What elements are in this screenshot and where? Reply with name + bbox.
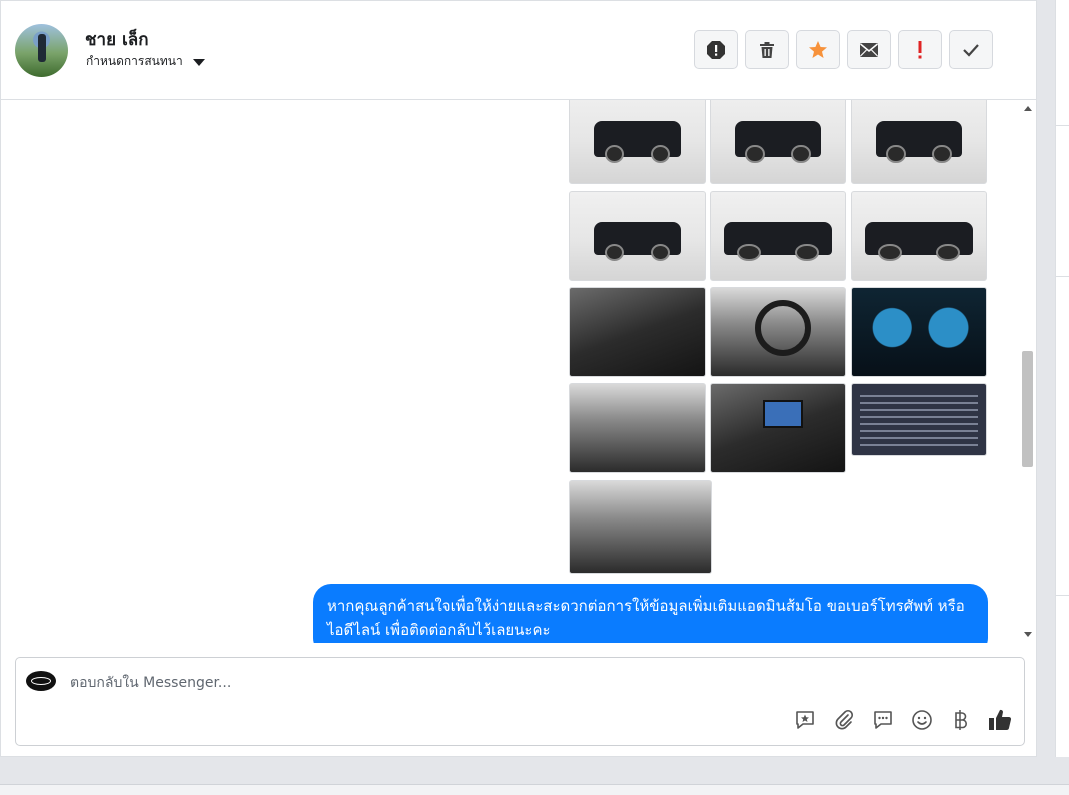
check-icon	[963, 43, 979, 57]
like-button[interactable]	[988, 708, 1012, 732]
conversation-header: ชาย เล็ก กำหนดการสนทนา	[1, 1, 1036, 100]
report-spam-button[interactable]	[694, 30, 738, 69]
photo-truck-front[interactable]	[569, 100, 706, 184]
photo-truck-front[interactable]	[710, 100, 846, 184]
message-options-icon	[874, 711, 892, 729]
scroll-down-arrow-icon[interactable]	[1024, 632, 1032, 637]
star-icon	[809, 40, 827, 58]
star-button[interactable]	[796, 30, 840, 69]
photo-truck-side[interactable]	[851, 191, 987, 281]
mark-important-button[interactable]	[898, 30, 942, 69]
reply-input[interactable]	[68, 670, 772, 696]
conversation-panel: ชาย เล็ก กำหนดการสนทนา หากคุณลูกค้าสนใจเ…	[0, 0, 1037, 757]
scrollbar-thumb[interactable]	[1022, 351, 1033, 467]
taskbar-edge	[0, 784, 1069, 795]
saved-reply-button[interactable]	[793, 708, 817, 732]
envelope-icon	[860, 42, 878, 57]
delete-button[interactable]	[745, 30, 789, 69]
payment-button[interactable]	[949, 708, 973, 732]
exclamation-circle-icon	[707, 40, 725, 59]
outgoing-message-bubble[interactable]: หากคุณลูกค้าสนใจเพื่อให้ง่ายและสะดวกต่อก…	[313, 584, 988, 643]
thread-scrollbar[interactable]	[1020, 100, 1036, 643]
photo-truck-side[interactable]	[710, 191, 846, 281]
photo-door-interior[interactable]	[569, 287, 706, 377]
like-icon	[989, 709, 1012, 731]
photo-truck-rear[interactable]	[851, 100, 987, 184]
photo-truck-rear[interactable]	[569, 191, 706, 281]
photo-center-console[interactable]	[710, 383, 846, 473]
exclamation-icon	[918, 40, 922, 58]
photo-spec-document[interactable]	[851, 383, 987, 456]
mark-done-button[interactable]	[949, 30, 993, 69]
photo-steering-wheel[interactable]	[710, 287, 846, 377]
emoji-icon	[912, 710, 932, 730]
attachment-icon	[835, 709, 854, 730]
contact-name[interactable]: ชาย เล็ก	[85, 26, 148, 53]
message-thread[interactable]: หากคุณลูกค้าสนใจเพื่อให้ง่ายและสะดวกต่อก…	[1, 100, 1036, 643]
mark-unread-button[interactable]	[847, 30, 891, 69]
composer-toolbar	[793, 708, 1012, 732]
photo-dashboard-gauges[interactable]	[851, 287, 987, 377]
conversation-settings-label: กำหนดการสนทนา	[86, 54, 183, 68]
emoji-button[interactable]	[910, 708, 934, 732]
photo-rear-seat[interactable]	[569, 480, 712, 574]
reply-composer	[15, 657, 1025, 746]
baht-icon	[955, 710, 967, 730]
message-options-button[interactable]	[871, 708, 895, 732]
scroll-up-arrow-icon[interactable]	[1024, 106, 1032, 111]
conversation-settings-dropdown[interactable]: กำหนดการสนทนา	[86, 52, 205, 71]
side-panel-edge	[1055, 0, 1069, 757]
trash-icon	[760, 41, 774, 58]
page-avatar	[26, 671, 56, 691]
photo-cabin-interior[interactable]	[569, 383, 706, 473]
caret-down-icon	[192, 58, 205, 66]
attach-file-button[interactable]	[832, 708, 856, 732]
contact-avatar[interactable]	[15, 24, 68, 77]
conversation-actions	[694, 30, 993, 69]
saved-reply-icon	[796, 711, 814, 729]
